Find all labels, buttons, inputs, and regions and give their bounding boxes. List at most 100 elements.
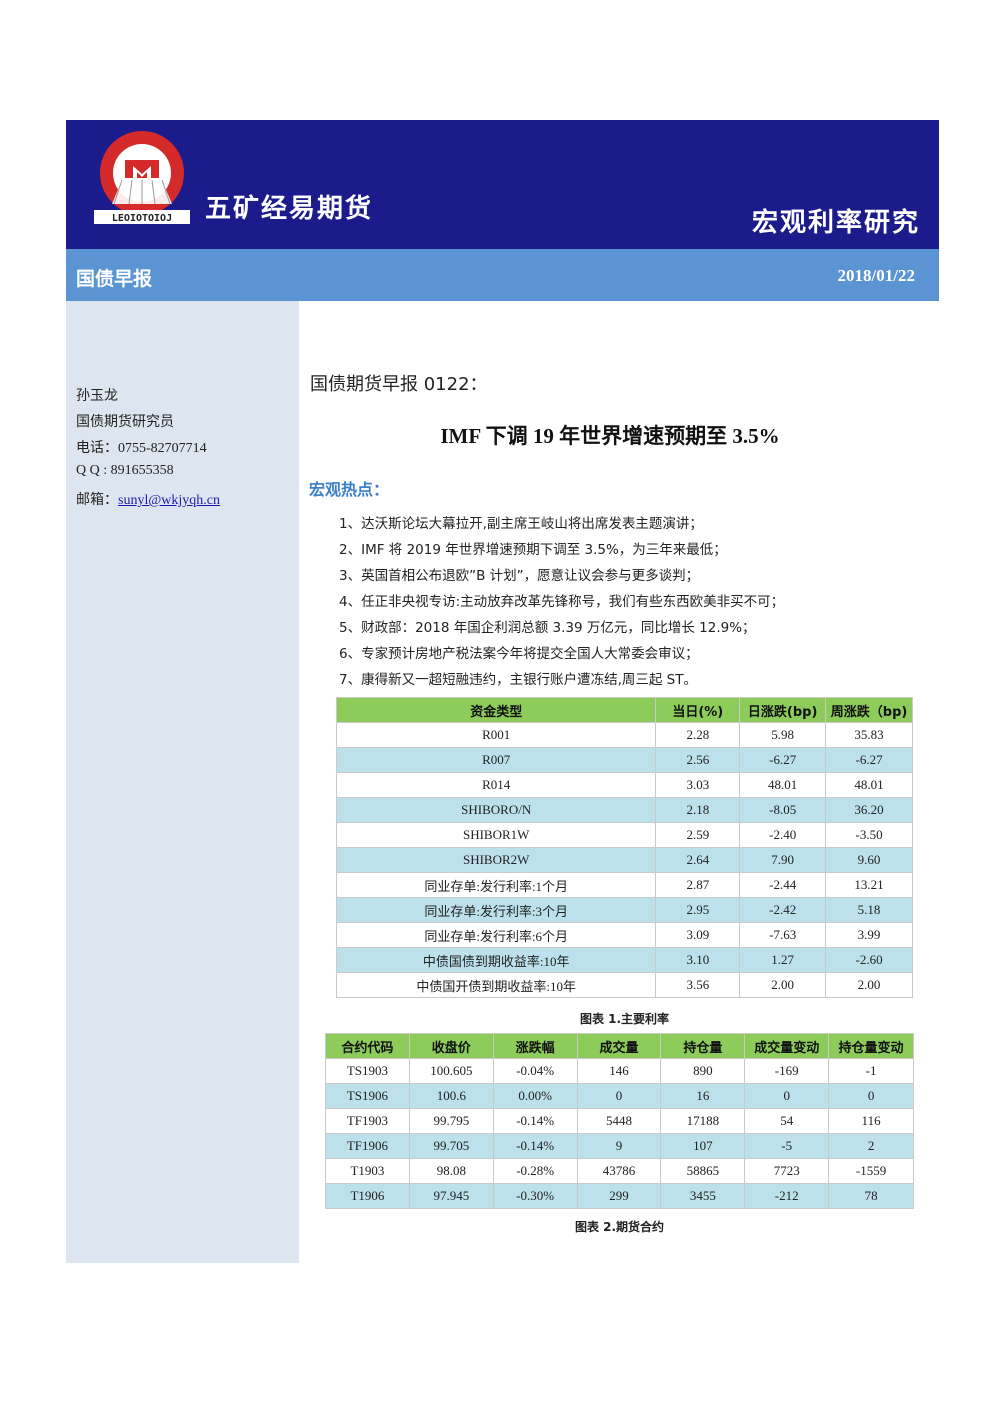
table-cell: 116 (828, 1108, 914, 1134)
table-cell: 2.28 (655, 722, 741, 748)
table-row: T1903 98.08 -0.28% 43786 58865 7723 -1559 (325, 1158, 914, 1184)
table-cell: 99.705 (408, 1133, 494, 1159)
table-row: TS1903 100.605 -0.04% 146 890 -169 -1 (325, 1058, 914, 1084)
table-cell: 9 (576, 1133, 662, 1159)
table-cell: -6.27 (739, 747, 827, 773)
table-cell: 299 (576, 1183, 662, 1209)
author-email-link[interactable]: sunyl@wkjyqh.cn (118, 493, 220, 508)
table-cell: TS1906 (325, 1083, 410, 1109)
table-cell: 43786 (576, 1158, 662, 1184)
news-item: 2、IMF 将 2019 年世界增速预期下调至 3.5%，为三年来最低； (339, 542, 727, 558)
table-header-cell: 当日(%) (655, 697, 741, 723)
table-row: SHIBOR2W 2.64 7.90 9.60 (335, 847, 913, 873)
table-cell: 2.95 (655, 897, 741, 923)
report-type-bar (66, 249, 939, 301)
macro-hot-title: 宏观热点： (309, 480, 390, 499)
table-cell: 100.605 (408, 1058, 494, 1084)
report-date: 2018/01/22 (837, 266, 915, 285)
table-cell: 中债国债到期收益率:10年 (335, 947, 657, 973)
table-row: TS1906 100.6 0.00% 0 16 0 0 (325, 1083, 914, 1109)
table-cell: -3.50 (825, 822, 913, 848)
table-header-cell: 成交量变动 (744, 1033, 830, 1059)
table-cell: 2.87 (655, 872, 741, 898)
table-cell: 5448 (576, 1108, 662, 1134)
table-cell: -169 (744, 1058, 830, 1084)
table-cell: 36.20 (825, 797, 913, 823)
table-cell: 48.01 (739, 772, 827, 798)
svg-text:LEOIOTOIOJ: LEOIOTOIOJ (112, 213, 172, 224)
table-header-cell: 持仓量 (660, 1033, 746, 1059)
table-cell: 2.18 (655, 797, 741, 823)
table-cell: 58865 (660, 1158, 746, 1184)
table-row: SHIBORO/N 2.18 -8.05 36.20 (335, 797, 913, 823)
table-header-cell: 日涨跌(bp) (739, 697, 827, 723)
author-qq: Q Q : 891655358 (76, 463, 174, 478)
table-cell: R014 (335, 772, 657, 798)
table-header-cell: 周涨跌（bp) (825, 697, 913, 723)
table-cell: TS1903 (325, 1058, 410, 1084)
table-cell: 97.945 (408, 1183, 494, 1209)
news-item: 5、财政部：2018 年国企利润总额 3.39 万亿元，同比增长 12.9%； (339, 620, 756, 636)
table-cell: 1.27 (739, 947, 827, 973)
rates-table: 资金类型 当日(%) 日涨跌(bp) 周涨跌（bp) R001 2.28 5.98 35.8… (335, 697, 913, 998)
table-cell: 2.64 (655, 847, 741, 873)
section-title: 宏观利率研究 (751, 208, 920, 238)
table-cell: -212 (744, 1183, 830, 1209)
table-cell: 2.59 (655, 822, 741, 848)
table-cell: SHIBOR2W (335, 847, 657, 873)
table-cell: 5.18 (825, 897, 913, 923)
table-cell: TF1906 (325, 1133, 410, 1159)
table-cell: 0.00% (492, 1083, 578, 1109)
table-cell: -1 (828, 1058, 914, 1084)
table-cell: 78 (828, 1183, 914, 1209)
table-row: TF1906 99.705 -0.14% 9 107 -5 2 (325, 1133, 914, 1159)
table-cell: 5.98 (739, 722, 827, 748)
table-cell: -1559 (828, 1158, 914, 1184)
news-item: 4、任正非央视专访:主动放弃改革先锋称号，我们有些东西欧美非买不可； (339, 594, 785, 610)
table-cell: 48.01 (825, 772, 913, 798)
table-cell: R007 (335, 747, 657, 773)
table-cell: -0.14% (492, 1108, 578, 1134)
table-header-cell: 涨跌幅 (492, 1033, 578, 1059)
rates-table-caption: 图表 1.主要利率 (579, 1012, 670, 1026)
table-cell: 同业存单:发行利率:6个月 (335, 922, 657, 948)
table-cell: 0 (576, 1083, 662, 1109)
table-cell: 146 (576, 1058, 662, 1084)
table-cell: -2.42 (739, 897, 827, 923)
table-cell: 3.56 (655, 972, 741, 998)
author-email-line: 邮箱：sunyl@wkjyqh.cn (76, 489, 220, 509)
table-cell: 2 (828, 1133, 914, 1159)
report-type: 国债早报 (76, 268, 153, 290)
table-cell: 2.00 (739, 972, 827, 998)
table-cell: TF1903 (325, 1108, 410, 1134)
table-cell: 3.10 (655, 947, 741, 973)
table-cell: T1903 (325, 1158, 410, 1184)
table-row: R007 2.56 -6.27 -6.27 (335, 747, 913, 773)
table-row: 中债国开债到期收益率:10年 3.56 2.00 2.00 (335, 972, 913, 998)
table-cell: 100.6 (408, 1083, 494, 1109)
table-cell: SHIBORO/N (335, 797, 657, 823)
table-cell: T1906 (325, 1183, 410, 1209)
table-cell: 0 (744, 1083, 830, 1109)
table-cell: -8.05 (739, 797, 827, 823)
author-email-label: 邮箱： (76, 493, 118, 508)
table-cell: 9.60 (825, 847, 913, 873)
table-cell: 13.21 (825, 872, 913, 898)
table-cell: -5 (744, 1133, 830, 1159)
table-cell: 3.03 (655, 772, 741, 798)
table-row: 同业存单:发行利率:1个月 2.87 -2.44 13.21 (335, 872, 913, 898)
table-cell: 7723 (744, 1158, 830, 1184)
news-item: 7、康得新又一超短融违约，主银行账户遭冻结,周三起 ST。 (339, 672, 697, 688)
table-header-cell: 持仓量变动 (828, 1033, 914, 1059)
news-item: 1、达沃斯论坛大幕拉开,副主席王岐山将出席发表主题演讲； (339, 516, 703, 532)
table-row: 中债国债到期收益率:10年 3.10 1.27 -2.60 (335, 947, 913, 973)
news-item: 6、专家预计房地产税法案今年将提交全国人大常委会审议； (339, 646, 699, 662)
table-cell: 7.90 (739, 847, 827, 873)
table-row: 同业存单:发行利率:6个月 3.09 -7.63 3.99 (335, 922, 913, 948)
table-cell: 0 (828, 1083, 914, 1109)
table-cell: 3.09 (655, 922, 741, 948)
report-headline: IMF 下调 19 年世界增速预期至 3.5% (440, 424, 780, 448)
table-cell: 3.99 (825, 922, 913, 948)
table-cell: -0.04% (492, 1058, 578, 1084)
table-cell: 890 (660, 1058, 746, 1084)
